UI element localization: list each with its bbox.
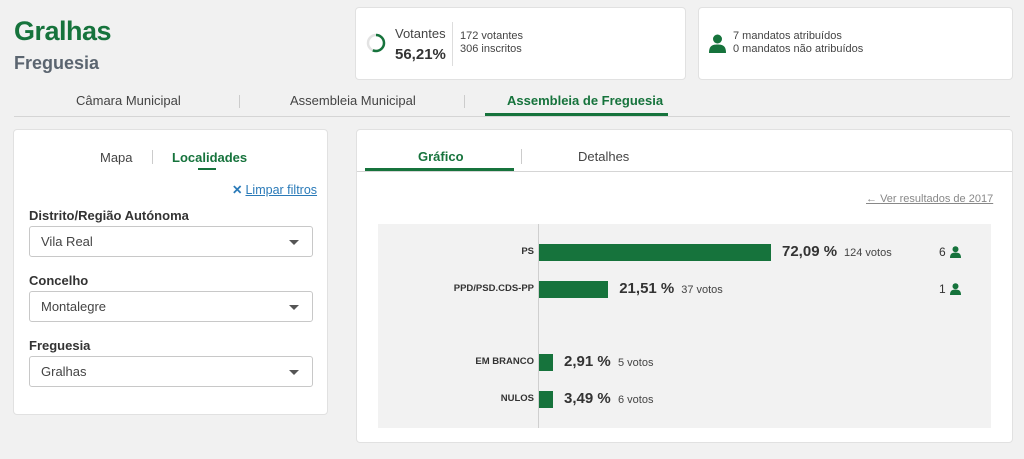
arrow-left-icon: ← — [866, 193, 881, 205]
bar-votes: 37 votos — [681, 284, 723, 296]
person-icon — [950, 246, 961, 258]
previous-results-link[interactable]: ← Ver resultados de 2017 — [866, 193, 993, 205]
mandates-unassigned: 0 mandatos não atribuídos — [733, 43, 864, 55]
tab-assembleia-freguesia[interactable]: Assembleia de Freguesia — [507, 93, 663, 108]
tab-localidades[interactable]: Localidades — [172, 150, 247, 165]
close-icon: ✕ — [232, 183, 243, 197]
tab-separator — [239, 95, 240, 108]
district-select[interactable]: Vila Real — [29, 226, 313, 257]
bar — [539, 391, 553, 408]
bar-label: PS — [521, 246, 534, 257]
tab-separator — [521, 149, 522, 164]
results-tabs: Gráfico Detalhes — [357, 130, 1012, 172]
chevron-down-icon — [289, 240, 299, 245]
registered-count: 306 inscritos — [460, 43, 522, 55]
clear-filters-label: Limpar filtros — [245, 183, 318, 197]
bar-percent: 21,51 % — [619, 280, 675, 297]
voters-label: Votantes — [395, 26, 446, 41]
bar-votes: 124 votos — [844, 247, 892, 259]
active-tab-indicator — [198, 168, 216, 170]
bar-votes: 5 votos — [618, 357, 654, 369]
bar — [539, 354, 553, 371]
filter-panel: Mapa Localidades ✕ Limpar filtros Distrit… — [13, 129, 328, 415]
parish-value: Gralhas — [41, 364, 87, 379]
page-subtitle: Freguesia — [14, 53, 100, 73]
results-panel: Gráfico Detalhes ← Ver resultados de 201… — [356, 129, 1013, 443]
turnout-percent: 56,21% — [395, 46, 446, 63]
bar-percent: 3,49 % — [564, 390, 611, 407]
tab-mapa[interactable]: Mapa — [100, 150, 133, 165]
page-title: Gralhas — [14, 16, 112, 46]
tab-grafico[interactable]: Gráfico — [418, 149, 464, 164]
bar-percent: 72,09 % — [782, 243, 838, 260]
clear-filters-link[interactable]: ✕ Limpar filtros — [232, 182, 317, 197]
bar — [539, 244, 771, 261]
seats-count: 6 — [939, 245, 946, 259]
tab-assembleia-municipal[interactable]: Assembleia Municipal — [290, 93, 416, 108]
bar-label: PPD/PSD.CDS-PP — [453, 283, 534, 294]
active-tab-indicator — [485, 113, 668, 116]
chevron-down-icon — [289, 305, 299, 310]
district-label: Distrito/Região Autónoma — [29, 208, 189, 223]
active-tab-indicator — [365, 168, 514, 171]
voters-card: Votantes 56,21% 172 votantes 306 inscrit… — [355, 7, 686, 80]
voters-count: 172 votantes — [460, 30, 523, 42]
parish-select[interactable]: Gralhas — [29, 356, 313, 387]
divider — [452, 22, 453, 66]
bar — [539, 281, 609, 298]
tab-detalhes[interactable]: Detalhes — [578, 149, 629, 164]
results-chart: PS 72,09 % 124 votos 6 PPD/PSD.CDS-PP 21,51 %… — [378, 224, 991, 428]
turnout-ring-icon — [366, 33, 386, 53]
bar-votes: 6 votos — [618, 394, 654, 406]
bar-label: EM BRANCO — [475, 356, 534, 367]
district-value: Vila Real — [41, 234, 93, 249]
parish-label: Freguesia — [29, 338, 91, 353]
tab-separator — [464, 95, 465, 108]
municipality-value: Montalegre — [41, 299, 107, 314]
mandates-card: 7 mandatos atribuídos 0 mandatos não atr… — [698, 7, 1013, 80]
tab-separator — [152, 150, 153, 164]
municipality-label: Concelho — [29, 273, 89, 288]
bar-label: NULOS — [500, 393, 534, 404]
person-icon — [950, 283, 961, 295]
seats-count: 1 — [939, 282, 946, 296]
municipality-select[interactable]: Montalegre — [29, 291, 313, 322]
tab-camara-municipal[interactable]: Câmara Municipal — [76, 93, 181, 108]
bar-percent: 2,91 % — [564, 353, 611, 370]
mandates-assigned: 7 mandatos atribuídos — [733, 30, 842, 42]
person-icon — [709, 34, 726, 53]
previous-results-label: Ver resultados de 2017 — [880, 193, 994, 205]
chevron-down-icon — [289, 370, 299, 375]
main-tabs: Câmara Municipal Assembleia Municipal As… — [14, 89, 1010, 117]
